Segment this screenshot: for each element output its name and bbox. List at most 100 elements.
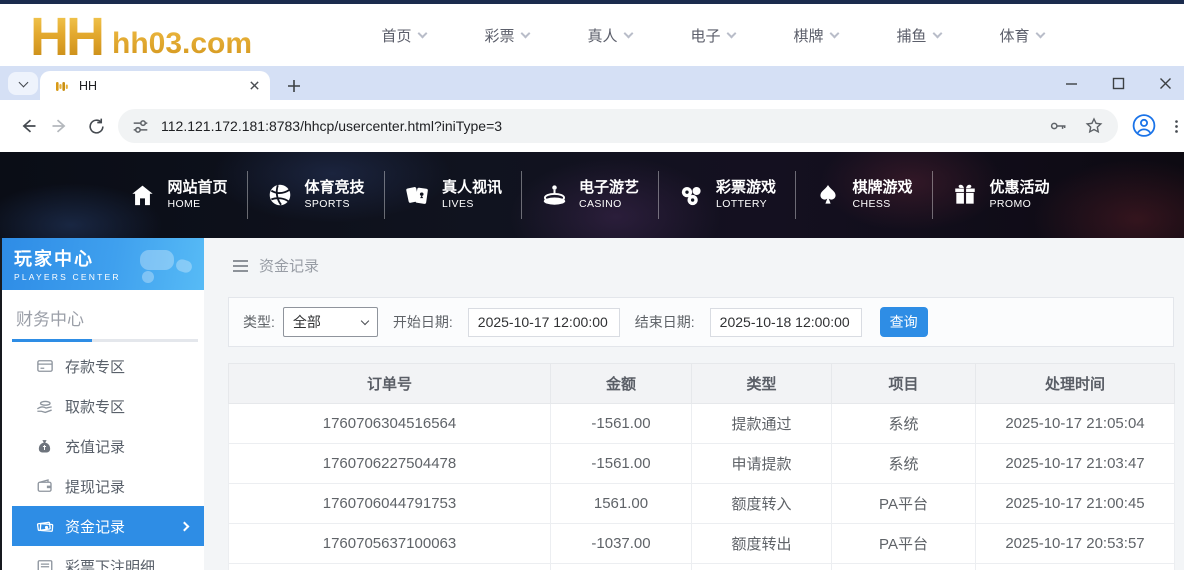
- sidebar-item-label: 彩票下注明细: [65, 558, 156, 570]
- window-minimize-button[interactable]: [1065, 77, 1078, 90]
- cell-order-no: 1760706304516564: [228, 403, 551, 444]
- main-content: 资金记录 类型: 全部 开始日期: 结束日期: 查询 订单号: [204, 238, 1184, 570]
- game-nav-zh: 电子游艺: [578, 179, 639, 197]
- cell-type: 申请提款: [691, 443, 832, 484]
- sidebar-item-label: 提现记录: [65, 478, 126, 496]
- site-nav-sports[interactable]: 体育: [970, 25, 1073, 46]
- cell-item: PA平台: [831, 483, 976, 524]
- browser-tab-strip: HH: [0, 66, 1184, 100]
- site-logo[interactable]: HH hh03.com: [30, 4, 252, 66]
- chevron-down-icon: [829, 28, 839, 38]
- end-date-input[interactable]: [709, 307, 862, 337]
- game-nav-home[interactable]: 网站首页 HOME: [110, 171, 247, 219]
- cell-order-no: 1760706227504478: [228, 443, 551, 484]
- sidebar-item-withdrawal-records[interactable]: 提现记录: [2, 466, 204, 506]
- window-maximize-button[interactable]: [1112, 77, 1125, 90]
- site-nav-label: 彩票: [484, 27, 515, 45]
- filter-panel: 类型: 全部 开始日期: 结束日期: 查询: [228, 297, 1174, 347]
- game-nav-lottery[interactable]: 彩票游戏 LOTTERY: [658, 171, 795, 219]
- table-row: 1760706304516564 -1561.00 提款通过 系统 2025-1…: [228, 403, 1175, 444]
- game-nav-en: PROMO: [989, 197, 1032, 210]
- home-icon: [132, 185, 154, 205]
- chevron-down-icon: [417, 28, 427, 38]
- game-nav-promo[interactable]: 优惠活动 PROMO: [932, 171, 1069, 219]
- sidebar-item-label: 资金记录: [65, 518, 126, 536]
- site-nav-live[interactable]: 真人: [558, 25, 661, 46]
- wallet-icon: [35, 477, 54, 496]
- browser-tab[interactable]: HH: [40, 71, 270, 100]
- table-header-row: 订单号 金额 类型 项目 处理时间: [228, 363, 1175, 404]
- profile-avatar-icon[interactable]: [1132, 113, 1156, 137]
- reload-button[interactable]: [84, 114, 108, 138]
- screen: HH hh03.com 首页 彩票 真人 电子 棋牌 捕鱼 体育 HH 112.…: [0, 0, 1184, 570]
- game-nav-zh: 真人视讯: [441, 179, 502, 197]
- sidebar-item-label: 取款专区: [65, 398, 126, 416]
- cell-amount: -1561.00: [550, 403, 692, 444]
- password-key-icon[interactable]: [1048, 116, 1068, 136]
- site-nav-chess[interactable]: 棋牌: [764, 25, 867, 46]
- site-settings-icon[interactable]: [132, 118, 149, 135]
- sidebar-item-recharge-records[interactable]: 充值记录: [2, 426, 204, 466]
- site-nav-home[interactable]: 首页: [352, 25, 455, 46]
- col-type: 类型: [691, 363, 832, 404]
- site-nav-fishing[interactable]: 捕鱼: [867, 25, 970, 46]
- cell-type: 额度转入: [691, 483, 832, 524]
- browser-menu-icon[interactable]: [1164, 114, 1184, 138]
- type-label: 类型:: [243, 314, 275, 330]
- site-nav-label: 棋牌: [793, 27, 824, 45]
- sidebar-item-lottery-bet-details[interactable]: 彩票下注明细: [2, 546, 204, 570]
- chevron-right-icon: [179, 521, 190, 531]
- site-nav-label: 真人: [587, 27, 618, 45]
- site-header: HH hh03.com 首页 彩票 真人 电子 棋牌 捕鱼 体育: [0, 4, 1184, 66]
- chevron-down-icon: [726, 28, 736, 38]
- tab-search-button[interactable]: [8, 72, 38, 95]
- cell-type: 提款通过: [691, 403, 832, 444]
- bank-card-icon: [35, 357, 54, 376]
- hamburger-icon[interactable]: [233, 259, 248, 272]
- site-nav-lottery[interactable]: 彩票: [455, 25, 558, 46]
- sidebar: 玩家中心 PLAYERS CENTER 财务中心 存款专区 取款专区 充值记录 …: [0, 238, 204, 570]
- spade-icon: [820, 185, 837, 204]
- address-bar[interactable]: 112.121.172.181:8783/hhcp/usercenter.htm…: [118, 109, 1118, 143]
- cell-amount: -1037.00: [550, 523, 692, 564]
- cell-process-time: 2025-10-17 21:05:04: [975, 403, 1175, 444]
- sidebar-item-withdraw-zone[interactable]: 取款专区: [2, 386, 204, 426]
- tab-close-icon[interactable]: [249, 80, 260, 91]
- game-nav-sports[interactable]: 体育竞技 SPORTS: [247, 171, 384, 219]
- back-button[interactable]: [16, 114, 40, 138]
- table-row: 1760705637100063 -1037.00 额度转出 PA平台 2025…: [228, 523, 1175, 564]
- end-date-label: 结束日期:: [634, 314, 695, 330]
- sidebar-item-fund-records[interactable]: 资金记录: [12, 506, 204, 546]
- bookmark-star-icon[interactable]: [1084, 116, 1104, 136]
- game-nav-zh: 棋牌游戏: [852, 179, 913, 197]
- tab-title: HH: [79, 78, 98, 93]
- game-nav-en: CASINO: [578, 197, 622, 210]
- plus-icon: [288, 80, 300, 92]
- query-button[interactable]: 查询: [879, 307, 928, 337]
- cell-order-no: 1760706044791753: [228, 483, 551, 524]
- start-date-input[interactable]: [467, 307, 620, 337]
- money-bag-icon: [35, 437, 54, 456]
- sidebar-item-deposit-zone[interactable]: 存款专区: [2, 346, 204, 386]
- page-title: 资金记录: [259, 258, 320, 275]
- table-row: 1760706227504478 -1561.00 申请提款 系统 2025-1…: [228, 443, 1175, 484]
- game-nav-chess[interactable]: 棋牌游戏 CHESS: [795, 171, 932, 219]
- url-text[interactable]: 112.121.172.181:8783/hhcp/usercenter.htm…: [161, 118, 502, 134]
- fund-records-table: 订单号 金额 类型 项目 处理时间 1760706304516564 -1561…: [228, 363, 1175, 570]
- site-nav-slots[interactable]: 电子: [661, 25, 764, 46]
- game-nav-en: LIVES: [441, 197, 474, 210]
- cell-item: PA平台: [831, 523, 976, 564]
- cell-process-time: 2025-10-17 21:00:45: [975, 483, 1175, 524]
- chevron-down-icon: [520, 28, 530, 38]
- game-nav-en: CHESS: [852, 197, 891, 210]
- type-select[interactable]: 全部: [282, 307, 378, 337]
- game-nav-casino[interactable]: 电子游艺 CASINO: [521, 171, 658, 219]
- cell-amount: -1561.00: [550, 443, 692, 484]
- forward-button[interactable]: [48, 114, 72, 138]
- new-tab-button[interactable]: [283, 75, 305, 97]
- game-nav-lives[interactable]: 真人视讯 LIVES: [384, 171, 521, 219]
- chevron-down-icon: [360, 316, 370, 325]
- chevron-down-icon: [18, 77, 28, 87]
- window-close-button[interactable]: [1159, 77, 1172, 90]
- game-nav-en: LOTTERY: [715, 197, 768, 210]
